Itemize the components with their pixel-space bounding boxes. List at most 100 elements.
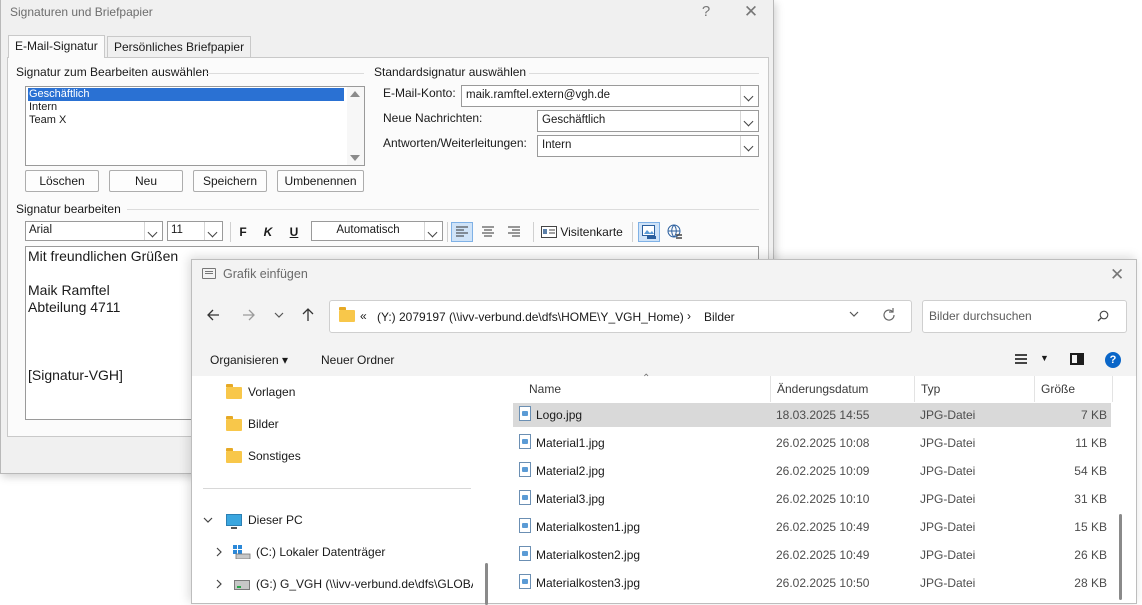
scroll-up-icon[interactable] xyxy=(350,91,360,97)
chevron-down-icon[interactable] xyxy=(144,222,162,240)
insert-picture-dialog: Grafik einfügen ✕ « (Y:) 2079197 (\\ivv-… xyxy=(191,259,1137,605)
view-list-icon[interactable] xyxy=(1015,354,1027,364)
font-size-select[interactable]: 11 xyxy=(167,221,223,241)
new-folder-button[interactable]: Neuer Ordner xyxy=(321,353,394,367)
search-box[interactable] xyxy=(922,300,1127,333)
column-header-size[interactable]: Größe xyxy=(1041,382,1075,396)
column-header-name[interactable]: Name xyxy=(529,382,561,396)
chevron-down-icon[interactable] xyxy=(740,86,758,106)
column-separator[interactable] xyxy=(914,376,915,402)
edit-signature-label: Signatur bearbeiten xyxy=(16,202,121,216)
tab-email-signature[interactable]: E-Mail-Signatur xyxy=(8,35,105,58)
chevron-down-icon[interactable] xyxy=(740,136,758,156)
file-row-logo[interactable]: Logo.jpg 18.03.2025 14:55 JPG-Datei 7 KB xyxy=(513,403,1111,427)
column-separator[interactable] xyxy=(1034,376,1035,402)
file-row-material3[interactable]: Material3.jpg 26.02.2025 10:10 JPG-Datei… xyxy=(513,487,1111,511)
chevron-down-icon[interactable] xyxy=(848,308,860,320)
insert-link-button[interactable] xyxy=(664,222,686,242)
nav-scrollbar[interactable] xyxy=(485,563,488,605)
replies-value: Intern xyxy=(542,139,572,151)
search-input[interactable] xyxy=(929,309,1099,323)
signature-item-intern[interactable]: Intern xyxy=(28,101,344,114)
chevron-down-icon[interactable] xyxy=(740,111,758,131)
search-icon[interactable] xyxy=(1097,310,1109,322)
select-signature-label: Signatur zum Bearbeiten auswählen xyxy=(16,65,209,79)
new-messages-select[interactable]: Geschäftlich xyxy=(537,110,759,132)
computer-icon xyxy=(226,514,242,529)
close-button[interactable]: ✕ xyxy=(739,2,763,22)
file-size: 15 KB xyxy=(1074,520,1107,534)
bold-button[interactable]: F xyxy=(235,222,251,242)
underline-button[interactable]: U xyxy=(286,222,302,242)
scroll-down-icon[interactable] xyxy=(350,155,360,161)
dialog-title: Signaturen und Briefpapier xyxy=(10,5,153,19)
italic-button[interactable]: K xyxy=(260,222,276,242)
file-row-materialkosten3[interactable]: Materialkosten3.jpg 26.02.2025 10:50 JPG… xyxy=(513,571,1111,595)
business-card-label: Visitenkarte xyxy=(560,225,623,239)
insert-picture-button[interactable] xyxy=(638,222,660,242)
column-header-type[interactable]: Typ xyxy=(921,382,940,396)
font-select[interactable]: Arial xyxy=(25,221,163,241)
chevron-down-icon[interactable] xyxy=(204,222,222,240)
editor-line: Abteilung 4711 xyxy=(28,299,121,315)
up-icon[interactable] xyxy=(298,305,318,325)
help-button[interactable]: ? xyxy=(1105,352,1121,368)
recent-locations-icon[interactable] xyxy=(269,305,289,325)
forward-icon[interactable] xyxy=(238,305,258,325)
refresh-icon[interactable] xyxy=(881,307,897,323)
help-button[interactable]: ? xyxy=(694,2,718,22)
rename-button[interactable]: Umbenennen xyxy=(277,170,364,192)
nav-item-vorlagen[interactable]: Vorlagen xyxy=(226,384,426,402)
back-icon[interactable] xyxy=(204,305,224,325)
tab-personal-stationery[interactable]: Persönliches Briefpapier xyxy=(107,36,252,57)
navigation-pane: Vorlagen Bilder Sonstiges Dieser PC (C:)… xyxy=(192,376,492,605)
nav-item-label: (C:) Lokaler Datenträger xyxy=(256,545,386,559)
align-right-button[interactable] xyxy=(503,222,525,242)
preview-pane-icon[interactable] xyxy=(1070,353,1084,365)
column-separator[interactable] xyxy=(770,376,771,402)
new-messages-value: Geschäftlich xyxy=(542,114,606,126)
delete-button[interactable]: Löschen xyxy=(25,170,99,192)
file-list-scrollbar[interactable] xyxy=(1119,514,1122,600)
window-icon xyxy=(202,268,216,279)
file-name: Materialkosten3.jpg xyxy=(536,576,641,590)
nav-item-sonstiges[interactable]: Sonstiges xyxy=(226,448,426,466)
business-card-button[interactable]: Visitenkarte xyxy=(541,222,627,242)
organize-menu[interactable]: Organisieren ▾ xyxy=(210,353,288,367)
replies-select[interactable]: Intern xyxy=(537,135,759,157)
chevron-down-icon[interactable] xyxy=(424,222,442,240)
breadcrumb-path[interactable]: (Y:) 2079197 (\\ivv-verbund.de\dfs\HOME\… xyxy=(377,310,684,324)
chevron-right-icon[interactable] xyxy=(214,547,224,557)
signature-list[interactable]: Geschäftlich Intern Team X xyxy=(25,86,365,166)
file-row-material1[interactable]: Material1.jpg 26.02.2025 10:08 JPG-Datei… xyxy=(513,431,1111,455)
jpg-file-icon xyxy=(519,574,531,589)
signature-item-team-x[interactable]: Team X xyxy=(28,114,344,127)
align-left-button[interactable] xyxy=(451,222,473,242)
save-button[interactable]: Speichern xyxy=(193,170,267,192)
column-separator[interactable] xyxy=(1112,376,1113,402)
file-row-material2[interactable]: Material2.jpg 26.02.2025 10:09 JPG-Datei… xyxy=(513,459,1111,483)
chevron-right-icon[interactable] xyxy=(214,579,224,589)
account-select[interactable]: maik.ramftel.extern@vgh.de xyxy=(461,85,759,107)
new-button[interactable]: Neu xyxy=(109,170,183,192)
align-center-button[interactable] xyxy=(477,222,499,242)
signature-item-geschaeftlich[interactable]: Geschäftlich xyxy=(27,87,345,102)
nav-item-this-pc[interactable]: Dieser PC xyxy=(203,512,473,530)
file-row-materialkosten2[interactable]: Materialkosten2.jpg 26.02.2025 10:49 JPG… xyxy=(513,543,1111,567)
nav-item-bilder[interactable]: Bilder xyxy=(226,416,426,434)
address-bar[interactable]: « (Y:) 2079197 (\\ivv-verbund.de\dfs\HOM… xyxy=(329,300,912,333)
breadcrumb-current[interactable]: Bilder xyxy=(704,310,735,324)
nav-item-drive-g[interactable]: (G:) G_VGH (\\ivv-verbund.de\dfs\GLOBAL xyxy=(203,576,473,594)
column-header-date[interactable]: Änderungsdatum xyxy=(777,382,868,396)
toolbar-separator xyxy=(447,222,448,242)
file-row-materialkosten1[interactable]: Materialkosten1.jpg 26.02.2025 10:49 JPG… xyxy=(513,515,1111,539)
caret-down-icon[interactable]: ▼ xyxy=(1040,353,1049,363)
color-select[interactable]: Automatisch xyxy=(311,221,443,241)
jpg-file-icon xyxy=(519,406,531,421)
close-button[interactable]: ✕ xyxy=(1110,265,1124,285)
breadcrumb-overflow[interactable]: « xyxy=(360,309,367,323)
font-size-value: 11 xyxy=(171,224,183,236)
signature-list-scrollbar[interactable] xyxy=(347,87,364,165)
chevron-down-icon[interactable] xyxy=(203,515,213,525)
nav-item-drive-c[interactable]: (C:) Lokaler Datenträger xyxy=(203,544,473,562)
